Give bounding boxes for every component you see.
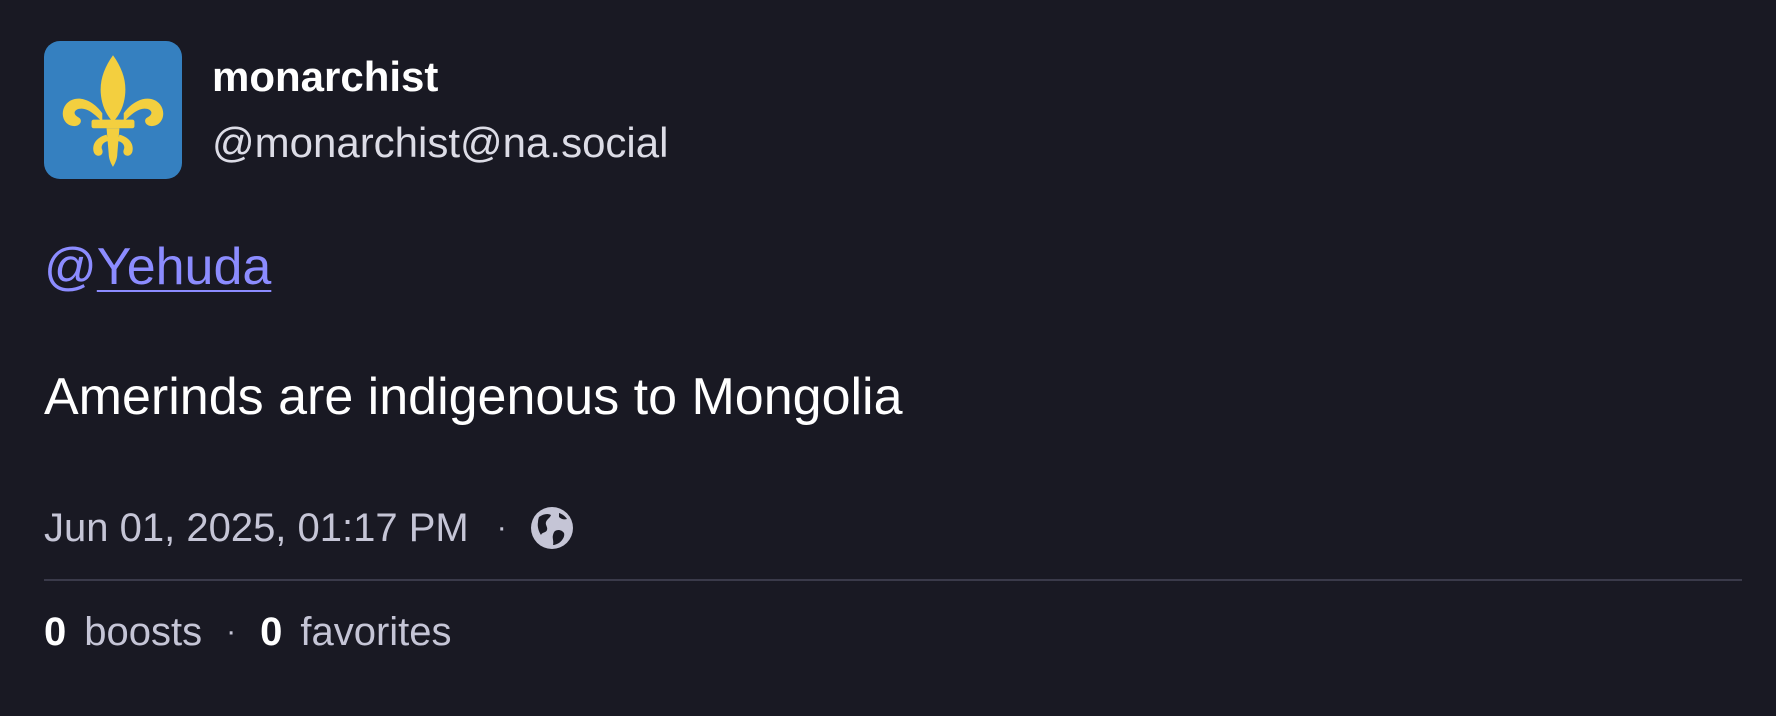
author-display-name[interactable]: monarchist xyxy=(212,53,668,101)
boosts-count[interactable]: 0 xyxy=(44,609,66,655)
status-post: monarchist @monarchist@na.social @Yehuda… xyxy=(44,41,1742,655)
mention-link[interactable]: @Yehuda xyxy=(44,237,271,297)
avatar[interactable] xyxy=(44,41,182,179)
author-handle[interactable]: @monarchist@na.social xyxy=(212,119,668,167)
meta-separator: · xyxy=(496,511,507,544)
post-meta: Jun 01, 2025, 01:17 PM · xyxy=(44,505,1742,551)
stats-separator: · xyxy=(226,615,237,648)
mention-username: Yehuda xyxy=(96,238,272,296)
post-content: @Yehuda Amerinds are indigenous to Mongo… xyxy=(44,237,1742,427)
fleur-de-lis-icon xyxy=(62,55,164,167)
post-timestamp[interactable]: Jun 01, 2025, 01:17 PM xyxy=(44,505,469,551)
boosts-label[interactable]: boosts xyxy=(84,609,202,655)
post-text: Amerinds are indigenous to Mongolia xyxy=(44,368,903,426)
author-names: monarchist @monarchist@na.social xyxy=(212,41,668,167)
globe-icon xyxy=(529,505,575,551)
favorites-count[interactable]: 0 xyxy=(260,609,282,655)
post-header: monarchist @monarchist@na.social xyxy=(44,41,1742,179)
favorites-label[interactable]: favorites xyxy=(300,609,451,655)
divider xyxy=(44,579,1742,581)
post-stats: 0 boosts · 0 favorites xyxy=(44,609,1742,655)
mention-prefix: @ xyxy=(44,238,97,296)
